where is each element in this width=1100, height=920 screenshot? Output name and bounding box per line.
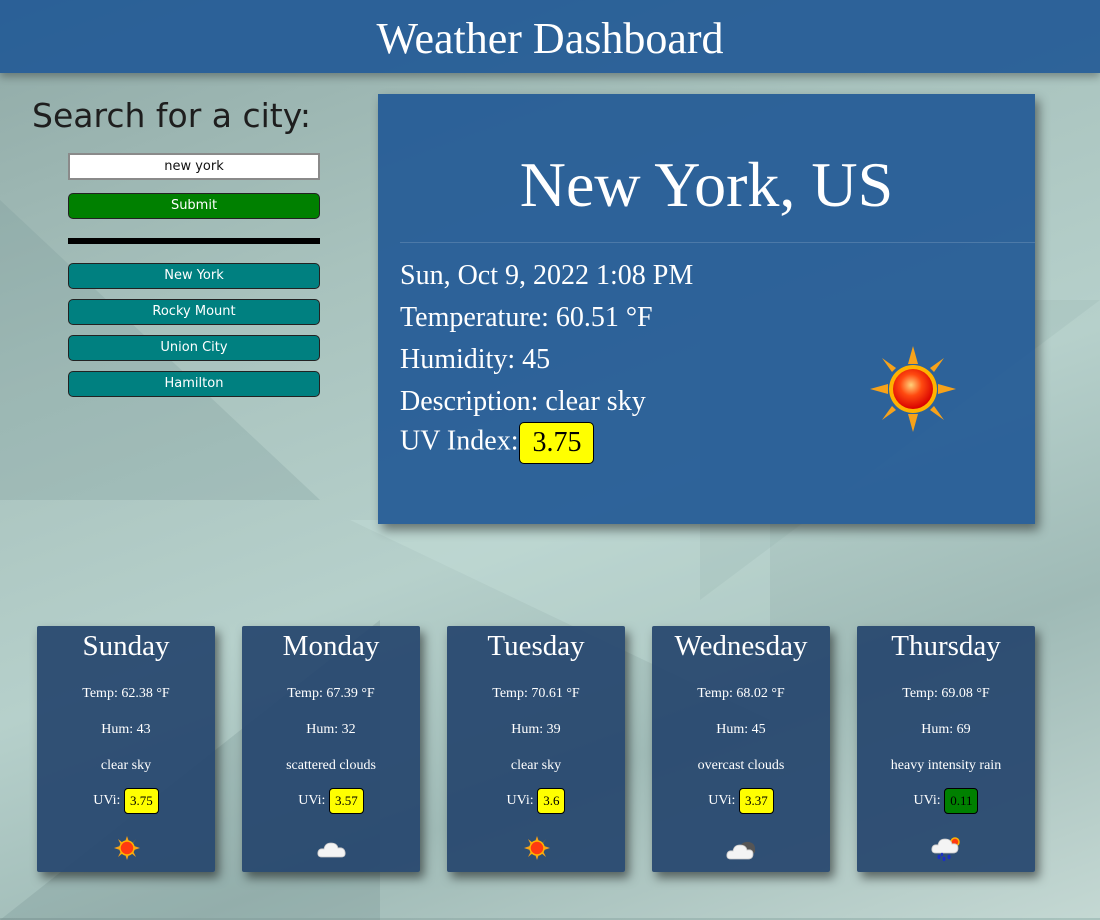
history-button-rocky-mount[interactable]: Rocky Mount	[68, 299, 320, 325]
rain-cloud-icon	[931, 837, 960, 862]
forecast-uv-row: UVi: 3.57	[242, 788, 420, 814]
current-uv-row: UV Index: 3.75	[400, 422, 595, 464]
forecast-day: Sunday	[82, 630, 170, 662]
uvi-badge: 3.6	[537, 788, 566, 814]
current-description: Description: clear sky	[400, 386, 646, 417]
uvi-label: UVi:	[708, 793, 736, 809]
page-header: Weather Dashboard	[0, 0, 1100, 73]
forecast-card-thursday: Thursday Temp: 69.08 °F Hum: 69 heavy in…	[857, 626, 1035, 872]
forecast-description: clear sky	[510, 758, 562, 773]
uv-label: UV Index:	[400, 425, 519, 457]
forecast-day: Thursday	[891, 630, 1001, 662]
divider	[68, 238, 320, 244]
page-title: Weather Dashboard	[376, 14, 724, 63]
uvi-label: UVi:	[298, 793, 326, 809]
forecast-temp: Temp: 69.08 °F	[902, 686, 990, 701]
history-button-hamilton[interactable]: Hamilton	[68, 371, 320, 397]
forecast-humidity: Hum: 45	[716, 722, 766, 737]
forecast-day: Wednesday	[674, 630, 808, 662]
overcast-cloud-icon	[726, 841, 756, 860]
forecast-humidity: Hum: 32	[306, 722, 356, 737]
forecast-uv-row: UVi: 3.37	[652, 788, 830, 814]
forecast-card-wednesday: Wednesday Temp: 68.02 °F Hum: 45 overcas…	[652, 626, 830, 872]
forecast-uv-row: UVi: 3.75	[37, 788, 215, 814]
uvi-label: UVi:	[913, 793, 941, 809]
clear-sky-sun-icon	[870, 346, 956, 432]
forecast-card-tuesday: Tuesday Temp: 70.61 °F Hum: 39 clear sky…	[447, 626, 625, 872]
uvi-badge: 0.11	[944, 788, 979, 814]
forecast-description: scattered clouds	[286, 758, 376, 773]
forecast-humidity: Hum: 39	[511, 722, 561, 737]
current-weather-card: New York, US Sun, Oct 9, 2022 1:08 PM Te…	[378, 94, 1035, 524]
uvi-badge: 3.37	[738, 788, 774, 814]
current-temperature: Temperature: 60.51 °F	[400, 302, 653, 333]
sun-icon	[114, 836, 140, 860]
current-humidity: Humidity: 45	[400, 344, 551, 375]
history-button-union-city[interactable]: Union City	[68, 335, 320, 361]
forecast-temp: Temp: 68.02 °F	[697, 686, 785, 701]
uvi-label: UVi:	[506, 793, 534, 809]
cloud-icon	[317, 842, 346, 858]
submit-button[interactable]: Submit	[68, 193, 320, 219]
sun-icon	[524, 836, 550, 860]
forecast-humidity: Hum: 69	[921, 722, 971, 737]
card-divider	[400, 242, 1035, 243]
history-button-new-york[interactable]: New York	[68, 263, 320, 289]
forecast-uv-row: UVi: 3.6	[447, 788, 625, 814]
uvi-badge: 3.75	[123, 788, 159, 814]
forecast-day: Monday	[282, 630, 380, 662]
forecast-humidity: Hum: 43	[101, 722, 151, 737]
forecast-day: Tuesday	[487, 630, 585, 662]
forecast-temp: Temp: 70.61 °F	[492, 686, 580, 701]
uv-index-badge: 3.75	[519, 422, 595, 464]
uvi-badge: 3.57	[328, 788, 364, 814]
forecast-temp: Temp: 62.38 °F	[82, 686, 170, 701]
forecast-description: clear sky	[100, 758, 152, 773]
forecast-description: heavy intensity rain	[890, 758, 1002, 773]
forecast-uv-row: UVi: 0.11	[857, 788, 1035, 814]
forecast-description: overcast clouds	[697, 758, 785, 773]
search-title: Search for a city:	[32, 96, 311, 135]
forecast-card-monday: Monday Temp: 67.39 °F Hum: 32 scattered …	[242, 626, 420, 872]
uvi-label: UVi:	[93, 793, 121, 809]
current-datetime: Sun, Oct 9, 2022 1:08 PM	[400, 260, 694, 291]
city-search-input[interactable]	[68, 153, 320, 180]
forecast-temp: Temp: 67.39 °F	[287, 686, 375, 701]
forecast-card-sunday: Sunday Temp: 62.38 °F Hum: 43 clear sky …	[37, 626, 215, 872]
current-city-name: New York, US	[519, 149, 894, 220]
